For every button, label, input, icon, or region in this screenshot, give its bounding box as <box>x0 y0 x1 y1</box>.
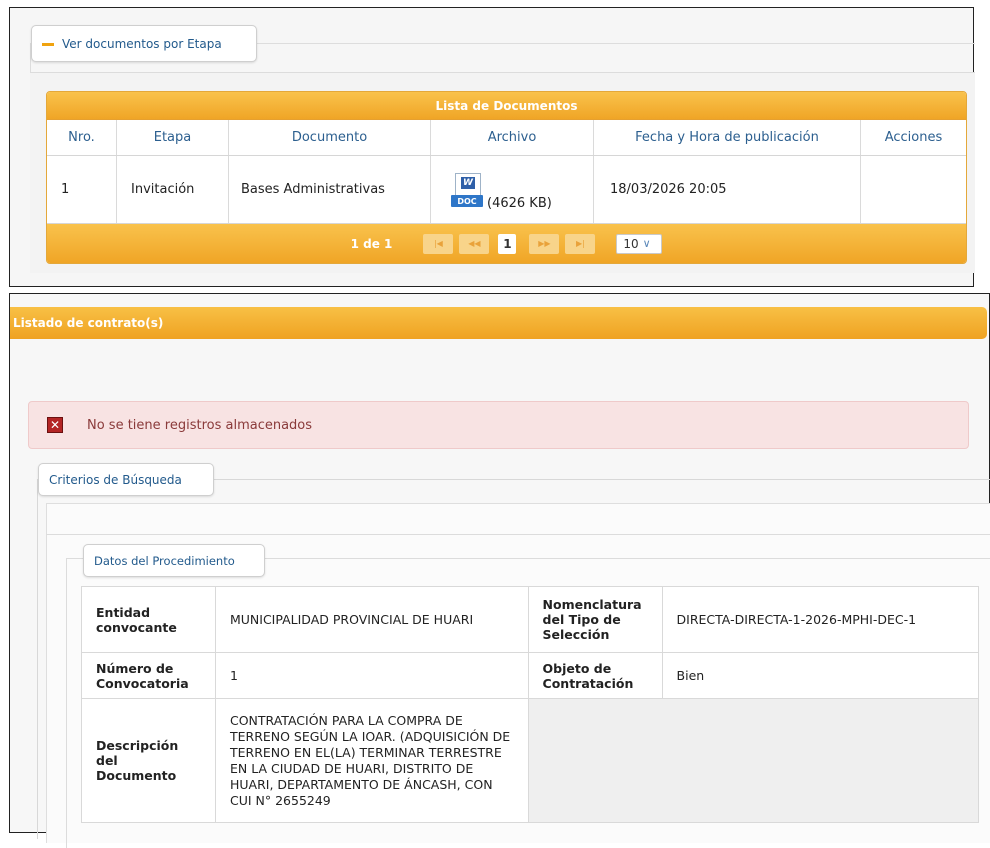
first-page-button[interactable]: |◀ <box>423 233 454 254</box>
table-row: 1 Invitación Bases Administrativas W DOC… <box>47 156 966 224</box>
toggle-search-criteria[interactable]: Criterios de Búsqueda <box>38 463 214 496</box>
procedure-data-table: Entidad convocante MUNICIPALIDAD PROVINC… <box>81 586 980 823</box>
documents-table-header: Nro. Etapa Documento Archivo Fecha y Hor… <box>47 120 966 156</box>
prev-page-button[interactable]: ◀◀ <box>459 233 490 254</box>
empty-cell <box>527 698 980 823</box>
row-etapa: Invitación <box>117 156 229 223</box>
current-page-button[interactable]: 1 <box>498 233 517 254</box>
descripcion-label: Descripción del Documento <box>81 698 216 823</box>
divider <box>46 534 990 535</box>
chevron-down-icon: ∨ <box>642 237 651 250</box>
page-size-select[interactable]: 10 ∨ <box>616 233 663 254</box>
documents-table-title: Lista de Documentos <box>47 92 966 120</box>
documents-legend-label: Ver documentos por Etapa <box>62 36 222 51</box>
no-records-alert: ✕ No se tiene registros almacenados <box>28 401 969 449</box>
row-documento: Bases Administrativas <box>229 156 431 223</box>
descripcion-value: CONTRATACIÓN PARA LA COMPRA DE TERRENO S… <box>214 698 529 823</box>
pagination-bar: 1 de 1 |◀ ◀◀ 1 ▶▶ ▶| 10 ∨ <box>47 224 966 263</box>
objeto-label: Objeto de Contratación <box>527 652 663 699</box>
nomenclatura-value: DIRECTA-DIRECTA-1-2026-MPHI-DEC-1 <box>661 586 980 653</box>
documents-panel: Ver documentos por Etapa Lista de Docume… <box>9 7 975 287</box>
column-header-fecha[interactable]: Fecha y Hora de publicación <box>594 120 861 155</box>
toggle-procedure-data[interactable]: Datos del Procedimiento <box>83 544 265 577</box>
next-page-button[interactable]: ▶▶ <box>529 233 560 254</box>
procedure-legend-label: Datos del Procedimiento <box>94 553 235 568</box>
file-size: (4626 KB) <box>487 196 552 211</box>
numero-label: Número de Convocatoria <box>81 652 216 699</box>
column-header-nro[interactable]: Nro. <box>47 120 117 155</box>
page-info: 1 de 1 <box>350 236 393 251</box>
alert-message: No se tiene registros almacenados <box>87 417 313 433</box>
table-row: Entidad convocante MUNICIPALIDAD PROVINC… <box>81 586 980 653</box>
page-size-value: 10 <box>623 236 639 251</box>
contracts-header: Listado de contrato(s) <box>10 307 987 339</box>
table-row: Número de Convocatoria 1 Objeto de Contr… <box>81 652 980 699</box>
criteria-legend-label: Criterios de Búsqueda <box>49 472 182 487</box>
divider <box>30 72 975 73</box>
word-doc-icon[interactable]: W DOC <box>451 173 485 211</box>
objeto-value: Bien <box>661 652 980 699</box>
entidad-value: MUNICIPALIDAD PROVINCIAL DE HUARI <box>214 586 529 653</box>
column-header-documento[interactable]: Documento <box>229 120 431 155</box>
row-acciones <box>861 156 966 223</box>
numero-value: 1 <box>214 652 529 699</box>
column-header-archivo[interactable]: Archivo <box>431 120 594 155</box>
column-header-acciones[interactable]: Acciones <box>861 120 966 155</box>
nomenclatura-label: Nomenclatura del Tipo de Selección <box>527 586 663 653</box>
row-archivo: W DOC (4626 KB) <box>431 156 594 223</box>
table-row: Descripción del Documento CONTRATACIÓN P… <box>81 698 980 823</box>
last-page-button[interactable]: ▶| <box>565 233 596 254</box>
collapse-minus-icon[interactable] <box>42 42 54 46</box>
error-x-icon: ✕ <box>47 417 63 433</box>
toggle-documents-by-stage[interactable]: Ver documentos por Etapa <box>31 25 257 62</box>
row-fecha: 18/03/2026 20:05 <box>594 156 861 223</box>
entidad-label: Entidad convocante <box>81 586 216 653</box>
contracts-title: Listado de contrato(s) <box>13 316 164 330</box>
contracts-panel: Listado de contrato(s) ✕ No se tiene reg… <box>9 293 990 848</box>
documents-table: Lista de Documentos Nro. Etapa Documento… <box>46 91 967 264</box>
row-nro: 1 <box>47 156 117 223</box>
column-header-etapa[interactable]: Etapa <box>117 120 229 155</box>
